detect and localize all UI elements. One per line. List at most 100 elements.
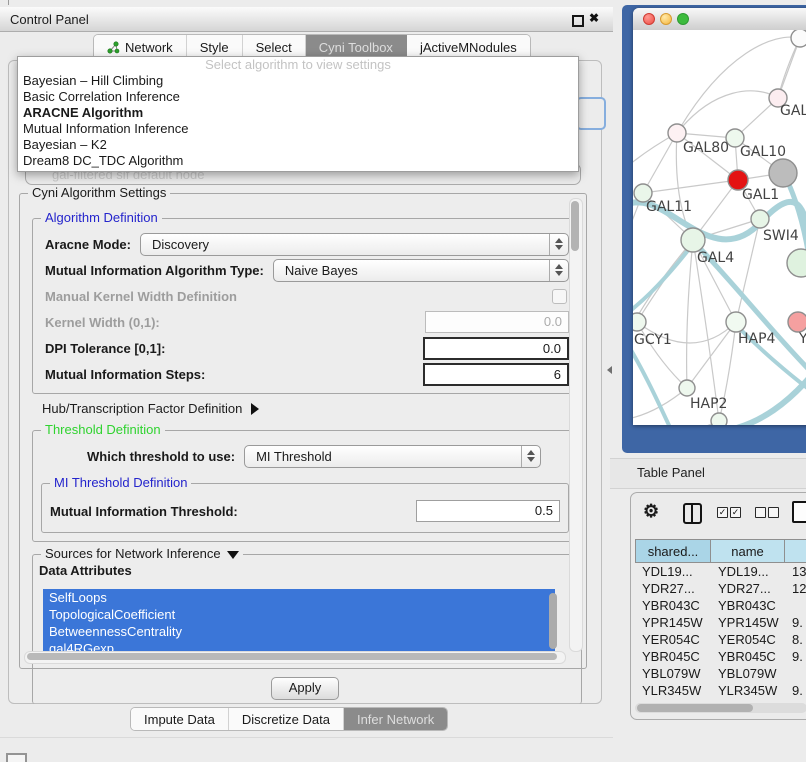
table-horizontal-scrollbar[interactable] — [635, 703, 806, 713]
table-cell — [785, 597, 806, 614]
column-header-shared[interactable]: shared... — [635, 539, 711, 563]
control-panel-title: Control Panel — [10, 12, 89, 27]
window-zoom-icon[interactable] — [677, 13, 689, 25]
attribute-item-topologicalcoefficient[interactable]: TopologicalCoefficient — [43, 606, 555, 623]
network-node[interactable] — [787, 249, 806, 277]
document-icon[interactable] — [792, 501, 806, 523]
attributes-scrollbar-thumb[interactable] — [549, 593, 557, 649]
network-node[interactable] — [633, 313, 646, 331]
algorithm-option-dream8-dc-tdc-algorithm[interactable]: Dream8 DC_TDC Algorithm — [18, 153, 578, 169]
table-header-row: shared...nameA — [635, 539, 806, 563]
tab-infer-network[interactable]: Infer Network — [344, 708, 447, 730]
splitter-collapse-icon[interactable] — [607, 366, 612, 374]
split-columns-icon[interactable] — [683, 503, 702, 524]
table-cell: 8. — [785, 631, 806, 648]
mi-type-label: Mutual Information Algorithm Type: — [45, 263, 264, 278]
float-panel-icon[interactable] — [572, 15, 584, 27]
table-cell: YBL079W — [711, 665, 785, 682]
unchecked-checkbox-icon[interactable] — [755, 507, 766, 518]
window-close-icon[interactable] — [643, 13, 655, 25]
scrollbar-thumb[interactable] — [27, 653, 557, 660]
table-row[interactable]: YPR145WYPR145W9. — [635, 614, 806, 631]
which-threshold-select[interactable]: MI Threshold — [244, 445, 541, 468]
attribute-item-betweennesscentrality[interactable]: BetweennessCentrality — [43, 623, 555, 640]
network-node[interactable] — [726, 312, 746, 332]
checked-checkbox-icon[interactable]: ✓ — [717, 507, 728, 518]
algorithm-dropdown-popup: Select algorithm to view settings Bayesi… — [17, 56, 579, 172]
window-minimize-icon[interactable] — [660, 13, 672, 25]
tab-discretize-data[interactable]: Discretize Data — [229, 708, 344, 730]
network-node[interactable] — [791, 30, 806, 47]
network-edge-thick[interactable] — [633, 244, 693, 318]
mi-threshold-input[interactable]: 0.5 — [416, 500, 560, 522]
panel-bottom-divider — [0, 737, 613, 738]
dropdown-placeholder: Select algorithm to view settings — [18, 57, 578, 73]
apply-button[interactable]: Apply — [271, 677, 339, 700]
which-threshold-label: Which threshold to use: — [87, 449, 235, 464]
data-attributes-list[interactable]: SelfLoopsTopologicalCoefficientBetweenne… — [43, 589, 555, 659]
table-row[interactable]: YDL19...YDL19...13 — [635, 563, 806, 580]
close-panel-icon[interactable]: ✖ — [589, 11, 599, 25]
kernel-width-input[interactable]: 0.0 — [425, 311, 569, 333]
tab-impute-data[interactable]: Impute Data — [131, 708, 229, 730]
table-row[interactable]: YER054CYER054C8. — [635, 631, 806, 648]
scrollbar-thumb[interactable] — [571, 201, 579, 251]
table-row[interactable]: YBR043CYBR043C — [635, 597, 806, 614]
table-cell: YLR345W — [711, 682, 785, 699]
mi-threshold-definition-title: MI Threshold Definition — [50, 476, 191, 490]
inference-algorithm-combo-fragment[interactable] — [576, 97, 606, 130]
algorithm-option-bayesian-hill-climbing[interactable]: Bayesian – Hill Climbing — [18, 73, 578, 89]
table-row[interactable]: YLR345WYLR345W9. — [635, 682, 806, 699]
network-window-titlebar[interactable] — [633, 8, 806, 31]
manual-kernel-checkbox[interactable] — [552, 289, 567, 304]
network-node[interactable] — [711, 413, 727, 425]
network-edge[interactable] — [643, 180, 738, 193]
network-node[interactable] — [769, 159, 797, 187]
algorithm-option-aracne-algorithm[interactable]: ARACNE Algorithm — [18, 105, 578, 121]
scrollbar-thumb[interactable] — [637, 704, 753, 712]
network-canvas[interactable]: GALGAL80GAL10GAL1GAL11SWI4GAL4GCY1HAP4YH… — [633, 30, 806, 425]
table-cell — [785, 665, 806, 682]
aracne-mode-label: Aracne Mode: — [45, 237, 131, 252]
threshold-definition-title: Threshold Definition — [41, 423, 165, 437]
network-edge[interactable] — [687, 322, 736, 388]
unchecked-checkbox-icon[interactable] — [768, 507, 779, 518]
collapse-down-icon — [227, 551, 239, 559]
settings-vertical-scrollbar[interactable] — [569, 198, 583, 652]
sources-group-title[interactable]: Sources for Network Inference — [41, 547, 243, 561]
table-row[interactable]: YDR27...YDR27...12 — [635, 580, 806, 597]
tab-label: Impute Data — [144, 712, 215, 727]
node-label: GAL — [780, 103, 806, 119]
table-cell: YER054C — [635, 631, 711, 648]
network-node[interactable] — [681, 228, 705, 252]
algorithm-option-bayesian-k2[interactable]: Bayesian – K2 — [18, 137, 578, 153]
network-node[interactable] — [788, 312, 806, 332]
network-view-frame[interactable]: GALGAL80GAL10GAL1GAL11SWI4GAL4GCY1HAP4YH… — [622, 5, 806, 453]
dpi-tolerance-input[interactable]: 0.0 — [423, 337, 569, 360]
table-row[interactable]: YBR045CYBR045C9. — [635, 648, 806, 665]
gear-icon[interactable]: ⚙ — [643, 501, 659, 521]
table-cell: YPR145W — [711, 614, 785, 631]
table-panel-titlebar: Table Panel — [610, 458, 806, 489]
network-edge[interactable] — [643, 133, 677, 193]
network-edge[interactable] — [687, 240, 693, 388]
expand-right-icon — [251, 403, 259, 415]
hub-definition-toggle[interactable]: Hub/Transcription Factor Definition — [42, 401, 259, 416]
network-window: GALGAL80GAL10GAL1GAL11SWI4GAL4GCY1HAP4YH… — [633, 8, 806, 425]
attribute-item-selfloops[interactable]: SelfLoops — [43, 589, 555, 606]
algorithm-option-basic-correlation-inference[interactable]: Basic Correlation Inference — [18, 89, 578, 105]
table-row[interactable]: YBL079WYBL079W — [635, 665, 806, 682]
network-node[interactable] — [679, 380, 695, 396]
network-node[interactable] — [751, 210, 769, 228]
checked-checkbox-icon[interactable]: ✓ — [730, 507, 741, 518]
mi-type-select[interactable]: Naive Bayes — [273, 259, 569, 282]
column-header-name[interactable]: name — [711, 539, 785, 563]
mi-steps-input[interactable]: 6 — [423, 363, 569, 386]
column-header-a[interactable]: A — [785, 539, 806, 563]
aracne-mode-select[interactable]: Discovery — [140, 233, 569, 256]
settings-horizontal-scrollbar[interactable] — [24, 651, 566, 664]
network-graph[interactable]: GALGAL80GAL10GAL1GAL11SWI4GAL4GCY1HAP4YH… — [633, 30, 806, 425]
algorithm-definition-group: Algorithm Definition Aracne Mode: Discov… — [32, 218, 582, 394]
algorithm-definition-title: Algorithm Definition — [41, 211, 162, 225]
algorithm-option-mutual-information-inference[interactable]: Mutual Information Inference — [18, 121, 578, 137]
